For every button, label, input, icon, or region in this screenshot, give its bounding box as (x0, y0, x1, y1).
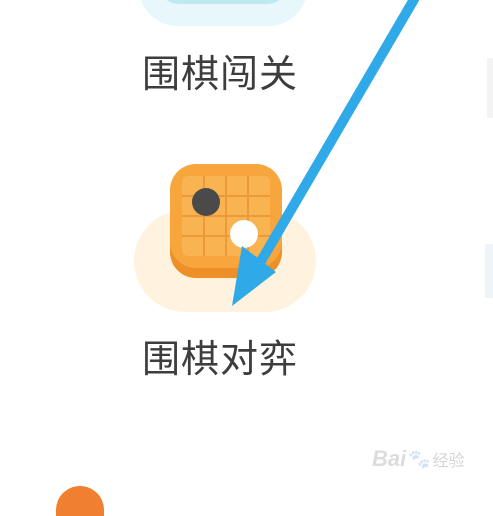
go-level-icon-inner (160, 0, 286, 4)
watermark-suffix: 经验 (432, 451, 465, 470)
next-item-icon[interactable] (56, 486, 104, 516)
baidu-watermark: Bai 🐾 经验 (372, 443, 465, 475)
white-stone (230, 220, 258, 248)
black-stone (192, 188, 220, 216)
menu-item-go-level-label[interactable]: 围棋闯关 (142, 52, 322, 96)
watermark-brand: Bai (372, 446, 407, 471)
menu-item-go-match-label[interactable]: 围棋对弈 (142, 337, 322, 381)
neighbor-cell-edge (487, 58, 493, 118)
paw-icon: 🐾 (408, 448, 431, 470)
go-board-icon[interactable] (168, 164, 284, 280)
go-level-icon[interactable] (138, 0, 308, 26)
neighbor-cell-edge (485, 244, 493, 298)
